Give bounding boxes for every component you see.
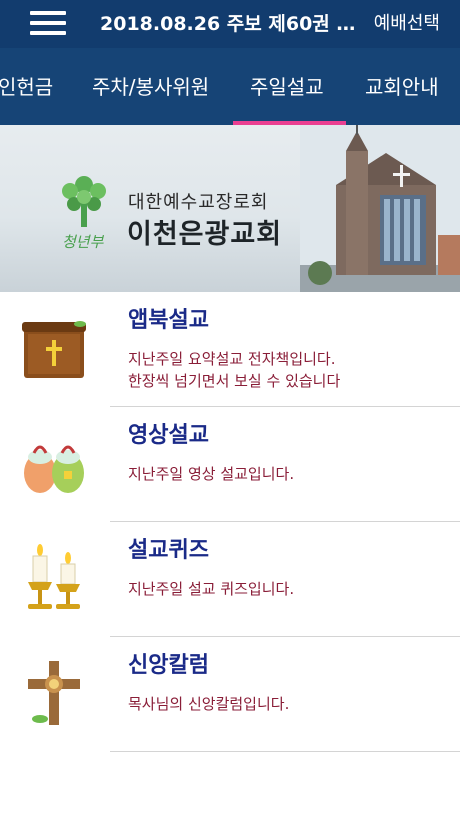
item-title: 앱북설교 xyxy=(128,308,209,333)
church-name: 이천은광교회 xyxy=(127,219,283,250)
bible-box-icon xyxy=(22,321,86,378)
church-banner: 청년부 대한예수교장로회 이천은광교회 xyxy=(0,125,460,292)
tab-offering[interactable]: 인헌금 xyxy=(0,74,53,100)
tree-logo-icon xyxy=(62,176,106,227)
item-description-line: 한장씩 넘기면서 보실 수 있습니다 xyxy=(128,372,341,390)
church-building-image xyxy=(300,125,460,292)
item-description-line: 지난주일 영상 설교입니다. xyxy=(128,465,295,483)
item-description: 목사님의 신앙칼럼입니다. xyxy=(128,693,289,715)
list-item-sermon-quiz[interactable]: 설교퀴즈 지난주일 설교 퀴즈입니다. xyxy=(0,522,460,637)
item-description-line: 목사님의 신앙칼럼입니다. xyxy=(128,695,290,713)
tab-bar: 인헌금 주차/봉사위원 주일설교 교회안내 xyxy=(0,48,460,125)
cross-icon xyxy=(28,661,80,725)
service-select-button[interactable]: 예배선택 xyxy=(374,12,440,36)
item-title: 영상설교 xyxy=(128,423,209,448)
item-description: 지난주일 요약설교 전자책입니다. 한장씩 넘기면서 보실 수 있습니다 xyxy=(128,348,340,392)
logo-text: 청년부 xyxy=(62,233,104,251)
divider xyxy=(110,751,460,752)
sermon-menu-list: 앱북설교 지난주일 요약설교 전자책입니다. 한장씩 넘기면서 보실 수 있습니… xyxy=(0,292,460,752)
tab-parking-volunteers[interactable]: 주차/봉사위원 xyxy=(92,74,209,100)
denomination-name: 대한예수교장로회 xyxy=(128,192,269,213)
item-title: 신앙칼럼 xyxy=(128,653,209,678)
menu-icon[interactable] xyxy=(30,11,66,36)
item-description: 지난주일 영상 설교입니다. xyxy=(128,463,294,485)
list-item-video-sermon[interactable]: 영상설교 지난주일 영상 설교입니다. xyxy=(0,407,460,522)
candles-icon xyxy=(28,544,80,609)
tab-sunday-sermon[interactable]: 주일설교 xyxy=(250,74,324,100)
top-bar: 2018.08.26 주보 제60권 3... 예배선택 xyxy=(0,0,460,48)
gift-bags-icon xyxy=(24,445,84,493)
item-title: 설교퀴즈 xyxy=(128,538,209,563)
page-title: 2018.08.26 주보 제60권 3... xyxy=(100,13,360,35)
list-item-appbook-sermon[interactable]: 앱북설교 지난주일 요약설교 전자책입니다. 한장씩 넘기면서 보실 수 있습니… xyxy=(0,292,460,407)
item-description-line: 지난주일 요약설교 전자책입니다. xyxy=(128,350,336,368)
list-item-faith-column[interactable]: 신앙칼럼 목사님의 신앙칼럼입니다. xyxy=(0,637,460,752)
tab-church-info[interactable]: 교회안내 xyxy=(365,74,439,100)
item-description: 지난주일 설교 퀴즈입니다. xyxy=(128,578,294,600)
item-description-line: 지난주일 설교 퀴즈입니다. xyxy=(128,580,295,598)
